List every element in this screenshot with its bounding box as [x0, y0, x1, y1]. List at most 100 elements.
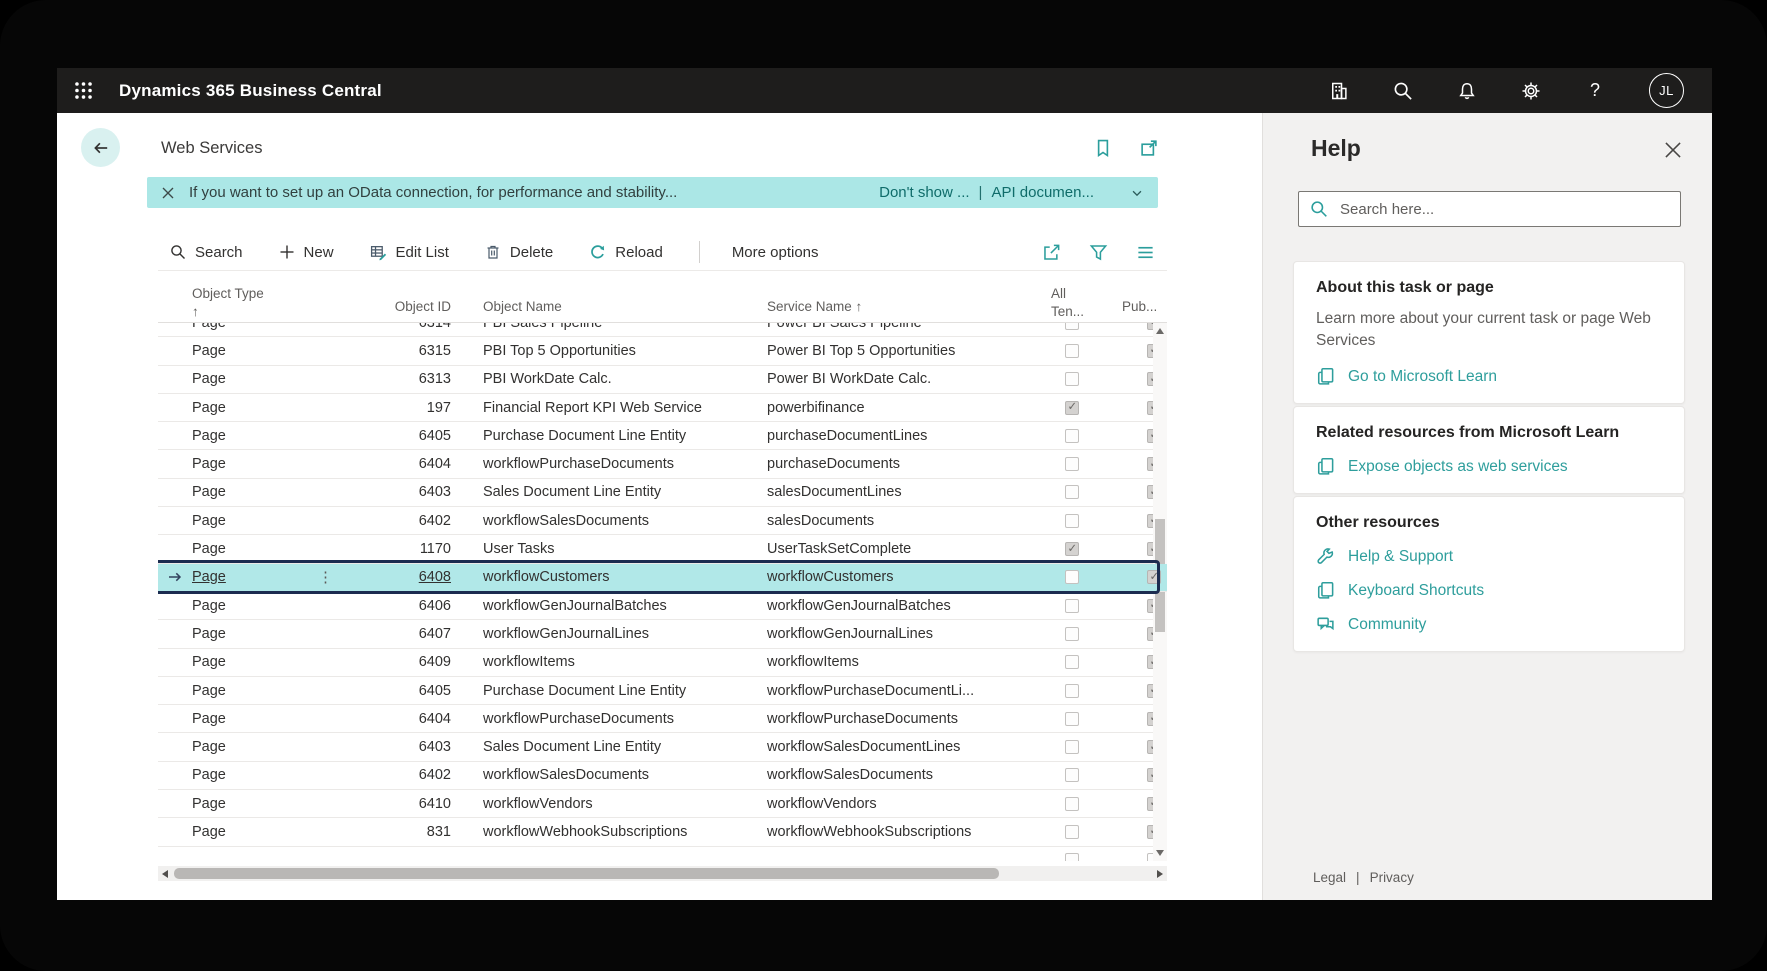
cell-object-type[interactable]: Page	[192, 739, 318, 755]
cell-service-name[interactable]: powerbifinance	[767, 400, 1017, 416]
table-row[interactable]: Page ⋮ 6404 workflowPurchaseDocuments wo…	[158, 705, 1167, 733]
cell-service-name[interactable]: workflowPurchaseDocumentLi...	[767, 683, 1017, 699]
cell-object-id[interactable]: 1170	[338, 541, 451, 557]
cell-service-name[interactable]: workflowGenJournalLines	[767, 626, 1017, 642]
table-row[interactable]: ⋮	[158, 847, 1167, 861]
all-tenants-checkbox[interactable]	[1065, 684, 1079, 698]
cell-object-id[interactable]: 831	[338, 824, 451, 840]
column-header-object-id[interactable]: Object ID	[338, 298, 451, 316]
cell-service-name[interactable]: purchaseDocumentLines	[767, 428, 1017, 444]
column-header-object-type[interactable]: Object Type ↑	[192, 285, 264, 320]
banner-api-doc-link[interactable]: API documen...	[991, 184, 1094, 201]
table-row[interactable]: Page ⋮ 6409 workflowItems workflowItems	[158, 649, 1167, 677]
table-row[interactable]: Page ⋮ 6405 Purchase Document Line Entit…	[158, 677, 1167, 705]
horizontal-scrollbar-thumb[interactable]	[174, 868, 999, 879]
all-tenants-checkbox[interactable]	[1065, 853, 1079, 861]
privacy-link[interactable]: Privacy	[1370, 870, 1414, 885]
keyboard-shortcuts-link[interactable]: Keyboard Shortcuts	[1316, 581, 1662, 600]
banner-close-icon[interactable]	[161, 186, 175, 200]
help-and-support-link[interactable]: Help & Support	[1316, 547, 1662, 566]
cell-object-id[interactable]: 6408	[338, 569, 451, 585]
more-options-button[interactable]: More options	[732, 244, 819, 261]
app-launcher-waffle-icon[interactable]	[57, 68, 109, 113]
new-button[interactable]: New	[279, 244, 334, 261]
expose-objects-link[interactable]: Expose objects as web services	[1316, 457, 1662, 476]
cell-object-id[interactable]: 6402	[338, 513, 451, 529]
table-row[interactable]: Page ⋮ 6402 workflowSalesDocuments sales…	[158, 507, 1167, 535]
cell-object-type[interactable]: Page	[192, 428, 318, 444]
cell-object-type[interactable]: Page	[192, 824, 318, 840]
scroll-up-arrow[interactable]	[1156, 328, 1164, 334]
community-link[interactable]: Community	[1316, 615, 1662, 634]
cell-service-name[interactable]: salesDocumentLines	[767, 484, 1017, 500]
cell-object-name[interactable]: Financial Report KPI Web Service	[451, 400, 767, 416]
cell-object-type[interactable]: Page	[192, 683, 318, 699]
cell-service-name[interactable]: workflowPurchaseDocuments	[767, 711, 1017, 727]
banner-chevron-down-icon[interactable]	[1130, 186, 1144, 200]
cell-object-name[interactable]: Purchase Document Line Entity	[451, 683, 767, 699]
cell-service-name[interactable]: workflowGenJournalBatches	[767, 598, 1017, 614]
banner-dont-show-link[interactable]: Don't show ...	[879, 184, 969, 201]
cell-object-name[interactable]: workflowWebhookSubscriptions	[451, 824, 767, 840]
table-row[interactable]: Page ⋮ 6403 Sales Document Line Entity s…	[158, 479, 1167, 507]
table-row[interactable]: Page ⋮ 6402 workflowSalesDocuments workf…	[158, 762, 1167, 790]
cell-service-name[interactable]: salesDocuments	[767, 513, 1017, 529]
cell-object-type[interactable]: Page	[192, 796, 318, 812]
cell-object-name[interactable]: User Tasks	[451, 541, 767, 557]
help-search-input[interactable]	[1338, 200, 1669, 219]
column-header-object-name[interactable]: Object Name	[483, 298, 562, 316]
cell-object-type[interactable]: Page	[192, 654, 318, 670]
all-tenants-checkbox[interactable]	[1065, 485, 1079, 499]
all-tenants-checkbox[interactable]	[1065, 514, 1079, 528]
all-tenants-checkbox[interactable]	[1065, 712, 1079, 726]
legal-link[interactable]: Legal	[1313, 870, 1346, 885]
all-tenants-checkbox[interactable]	[1065, 825, 1079, 839]
cell-object-type[interactable]: Page	[192, 711, 318, 727]
cell-object-id[interactable]: 197	[338, 400, 451, 416]
table-row[interactable]: Page ⋮ 6404 workflowPurchaseDocuments pu…	[158, 450, 1167, 478]
column-header-all-tenants[interactable]: All Ten...	[1051, 285, 1084, 320]
cell-object-name[interactable]: workflowPurchaseDocuments	[451, 456, 767, 472]
all-tenants-checkbox[interactable]	[1065, 372, 1079, 386]
table-row[interactable]: Page ⋮ 1170 User Tasks UserTaskSetComple…	[158, 535, 1167, 563]
cell-service-name[interactable]: purchaseDocuments	[767, 456, 1017, 472]
column-header-published[interactable]: Pub...	[1122, 298, 1157, 316]
delete-button[interactable]: Delete	[485, 244, 553, 261]
cell-service-name[interactable]: Power BI Sales Pipeline	[767, 323, 1017, 331]
help-close-icon[interactable]	[1664, 141, 1682, 159]
cell-object-name[interactable]: workflowSalesDocuments	[451, 767, 767, 783]
list-view-icon[interactable]	[1136, 243, 1155, 262]
table-row[interactable]: Page ⋮ 6405 Purchase Document Line Entit…	[158, 422, 1167, 450]
cell-object-type[interactable]: Page	[192, 513, 318, 529]
table-row[interactable]: Page ⋮ 6315 PBI Top 5 Opportunities Powe…	[158, 337, 1167, 365]
notifications-bell-icon[interactable]	[1457, 81, 1477, 101]
table-row[interactable]: Page ⋮ 6407 workflowGenJournalLines work…	[158, 620, 1167, 648]
all-tenants-checkbox[interactable]	[1065, 429, 1079, 443]
published-checkbox[interactable]	[1147, 570, 1161, 584]
cell-object-id[interactable]: 6403	[338, 739, 451, 755]
filter-funnel-icon[interactable]	[1089, 243, 1108, 262]
open-in-new-window-icon[interactable]	[1139, 138, 1159, 158]
cell-object-name[interactable]: Purchase Document Line Entity	[451, 428, 767, 444]
avatar[interactable]: JL	[1649, 73, 1684, 108]
cell-service-name[interactable]: workflowCustomers	[767, 569, 1017, 585]
cell-object-name[interactable]: PBI Sales Pipeline	[451, 323, 767, 331]
cell-object-id[interactable]: 6405	[338, 683, 451, 699]
bookmark-icon[interactable]	[1093, 138, 1113, 158]
cell-object-type[interactable]: Page	[192, 767, 318, 783]
cell-service-name[interactable]: workflowVendors	[767, 796, 1017, 812]
all-tenants-checkbox[interactable]	[1065, 457, 1079, 471]
table-row[interactable]: Page ⋮ 6410 workflowVendors workflowVend…	[158, 790, 1167, 818]
all-tenants-checkbox[interactable]	[1065, 740, 1079, 754]
cell-service-name[interactable]: workflowSalesDocuments	[767, 767, 1017, 783]
table-row[interactable]: Page ⋮ 6313 PBI WorkDate Calc. Power BI …	[158, 366, 1167, 394]
cell-object-type[interactable]: Page	[192, 456, 318, 472]
all-tenants-checkbox[interactable]	[1065, 323, 1079, 330]
edit-list-button[interactable]: Edit List	[370, 244, 449, 261]
all-tenants-checkbox[interactable]	[1065, 599, 1079, 613]
cell-object-type[interactable]: Page	[192, 598, 318, 614]
scroll-down-arrow[interactable]	[1156, 850, 1164, 856]
company-icon[interactable]	[1329, 81, 1349, 101]
table-row[interactable]: Page ⋮ 831 workflowWebhookSubscriptions …	[158, 818, 1167, 846]
scroll-right-arrow[interactable]	[1157, 870, 1163, 878]
